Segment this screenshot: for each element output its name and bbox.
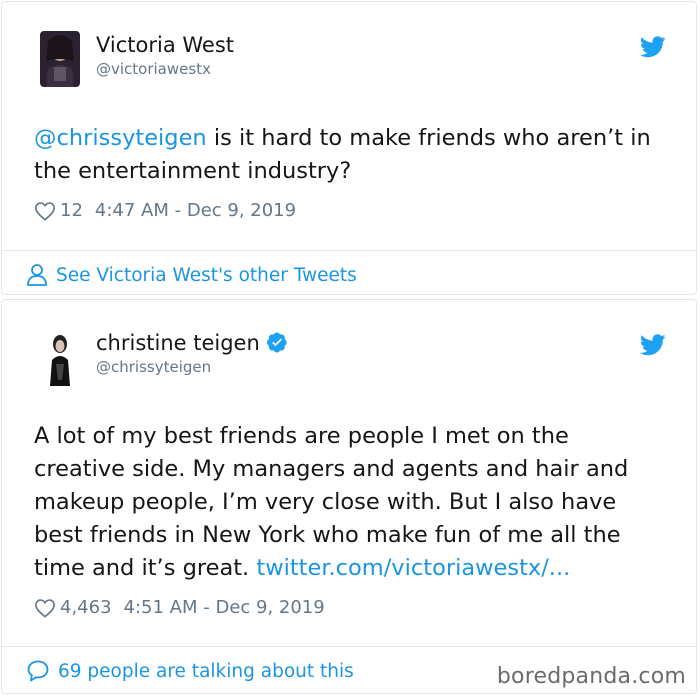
divider — [2, 646, 696, 647]
tweet-author-handle[interactable]: @victoriawestx — [96, 60, 211, 78]
divider — [2, 250, 696, 251]
avatar[interactable] — [40, 31, 80, 87]
tweet-card-christine: christine teigen @chrissyteigen A lot of… — [1, 299, 697, 694]
tweet-card-victoria: Victoria West @victoriawestx @chrissytei… — [1, 1, 697, 295]
tweet-author-name[interactable]: Victoria West — [96, 33, 234, 57]
tweet-timestamp[interactable]: 4:47 AM - Dec 9, 2019 — [95, 200, 296, 221]
mention-link[interactable]: @chrissyteigen — [34, 125, 207, 151]
see-other-tweets-label: See Victoria West's other Tweets — [56, 264, 357, 286]
heart-icon[interactable] — [34, 598, 56, 618]
twitter-bird-icon[interactable] — [640, 36, 666, 58]
like-count[interactable]: 12 — [60, 200, 83, 221]
conversation-link[interactable]: 69 people are talking about this — [26, 659, 354, 683]
speech-bubble-icon — [27, 660, 49, 682]
conversation-label: 69 people are talking about this — [58, 660, 354, 682]
tweet-author-name[interactable]: christine teigen — [96, 331, 288, 355]
twitter-bird-icon[interactable] — [640, 334, 666, 356]
tweet-url-link[interactable]: twitter.com/victoriawestx/... — [256, 555, 570, 581]
author-name-text: christine teigen — [96, 331, 260, 355]
person-icon — [27, 264, 47, 286]
tweet-meta: 4,463 4:51 AM - Dec 9, 2019 — [34, 597, 325, 618]
avatar[interactable] — [40, 330, 80, 386]
tweet-author-handle[interactable]: @chrissyteigen — [96, 358, 211, 376]
like-count[interactable]: 4,463 — [60, 597, 112, 618]
watermark: boredpanda.com — [496, 664, 686, 689]
tweet-text: A lot of my best friends are people I me… — [34, 420, 666, 585]
see-other-tweets-link[interactable]: See Victoria West's other Tweets — [26, 263, 357, 287]
heart-icon[interactable] — [34, 201, 56, 221]
tweet-meta: 12 4:47 AM - Dec 9, 2019 — [34, 200, 296, 221]
verified-badge-icon — [266, 332, 287, 353]
tweet-text: @chrissyteigen is it hard to make friend… — [34, 122, 666, 188]
tweet-timestamp[interactable]: 4:51 AM - Dec 9, 2019 — [124, 597, 325, 618]
